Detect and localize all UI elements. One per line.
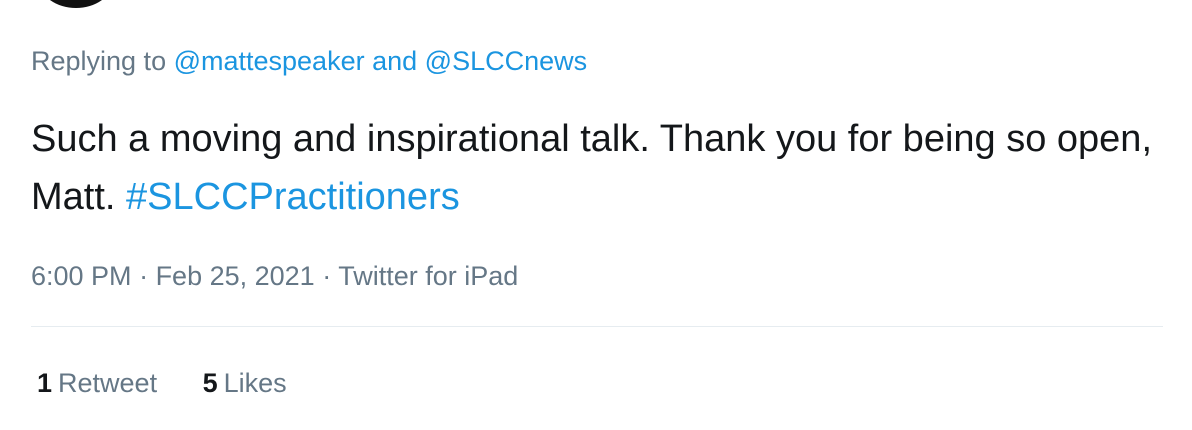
mention-slccnews[interactable]: @SLCCnews: [425, 46, 587, 76]
hashtag-slccpractitioners[interactable]: #SLCCPractitioners: [126, 176, 460, 218]
avatar[interactable]: [40, 0, 112, 8]
replying-joiner: and: [364, 46, 425, 76]
retweets-label: Retweet: [58, 368, 158, 398]
tweet-time[interactable]: 6:00 PM: [31, 261, 132, 291]
tweet-source[interactable]: Twitter for iPad: [338, 261, 518, 291]
likes-label: Likes: [223, 368, 287, 398]
divider: [31, 326, 1163, 327]
replying-prefix: Replying to: [31, 46, 174, 76]
replying-to: Replying to @mattespeaker and @SLCCnews: [31, 44, 587, 78]
tweet-text: Such a moving and inspirational talk. Th…: [31, 110, 1171, 226]
retweets-stat[interactable]: 1 Retweet: [37, 366, 157, 400]
meta-separator: ·: [314, 261, 339, 291]
likes-count: 5: [202, 368, 218, 398]
meta-separator: ·: [131, 261, 156, 291]
tweet-meta: 6:00 PM · Feb 25, 2021 · Twitter for iPa…: [31, 259, 518, 293]
mention-mattespeaker[interactable]: @mattespeaker: [174, 46, 365, 76]
tweet-date[interactable]: Feb 25, 2021: [156, 261, 315, 291]
tweet-stats: 1 Retweet 5 Likes: [37, 366, 325, 400]
retweets-count: 1: [37, 368, 53, 398]
likes-stat[interactable]: 5 Likes: [203, 366, 287, 400]
